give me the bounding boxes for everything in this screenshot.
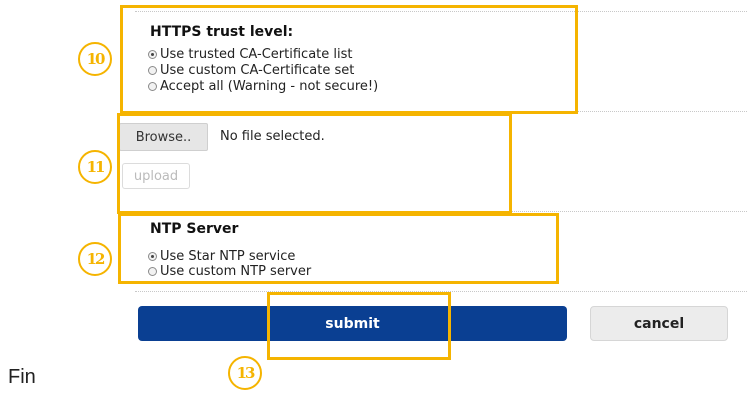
callout-box-10 bbox=[120, 5, 578, 114]
callout-number-10: 10 bbox=[78, 42, 112, 76]
callout-number-13: 13 bbox=[228, 356, 262, 390]
callout-box-12 bbox=[118, 213, 559, 284]
cancel-button[interactable]: cancel bbox=[590, 306, 728, 341]
callout-number-12: 12 bbox=[78, 242, 112, 276]
footer-text: Fin bbox=[8, 366, 36, 388]
callout-number-11: 11 bbox=[78, 150, 112, 184]
callout-box-13 bbox=[267, 292, 451, 360]
callout-box-11 bbox=[117, 113, 512, 214]
